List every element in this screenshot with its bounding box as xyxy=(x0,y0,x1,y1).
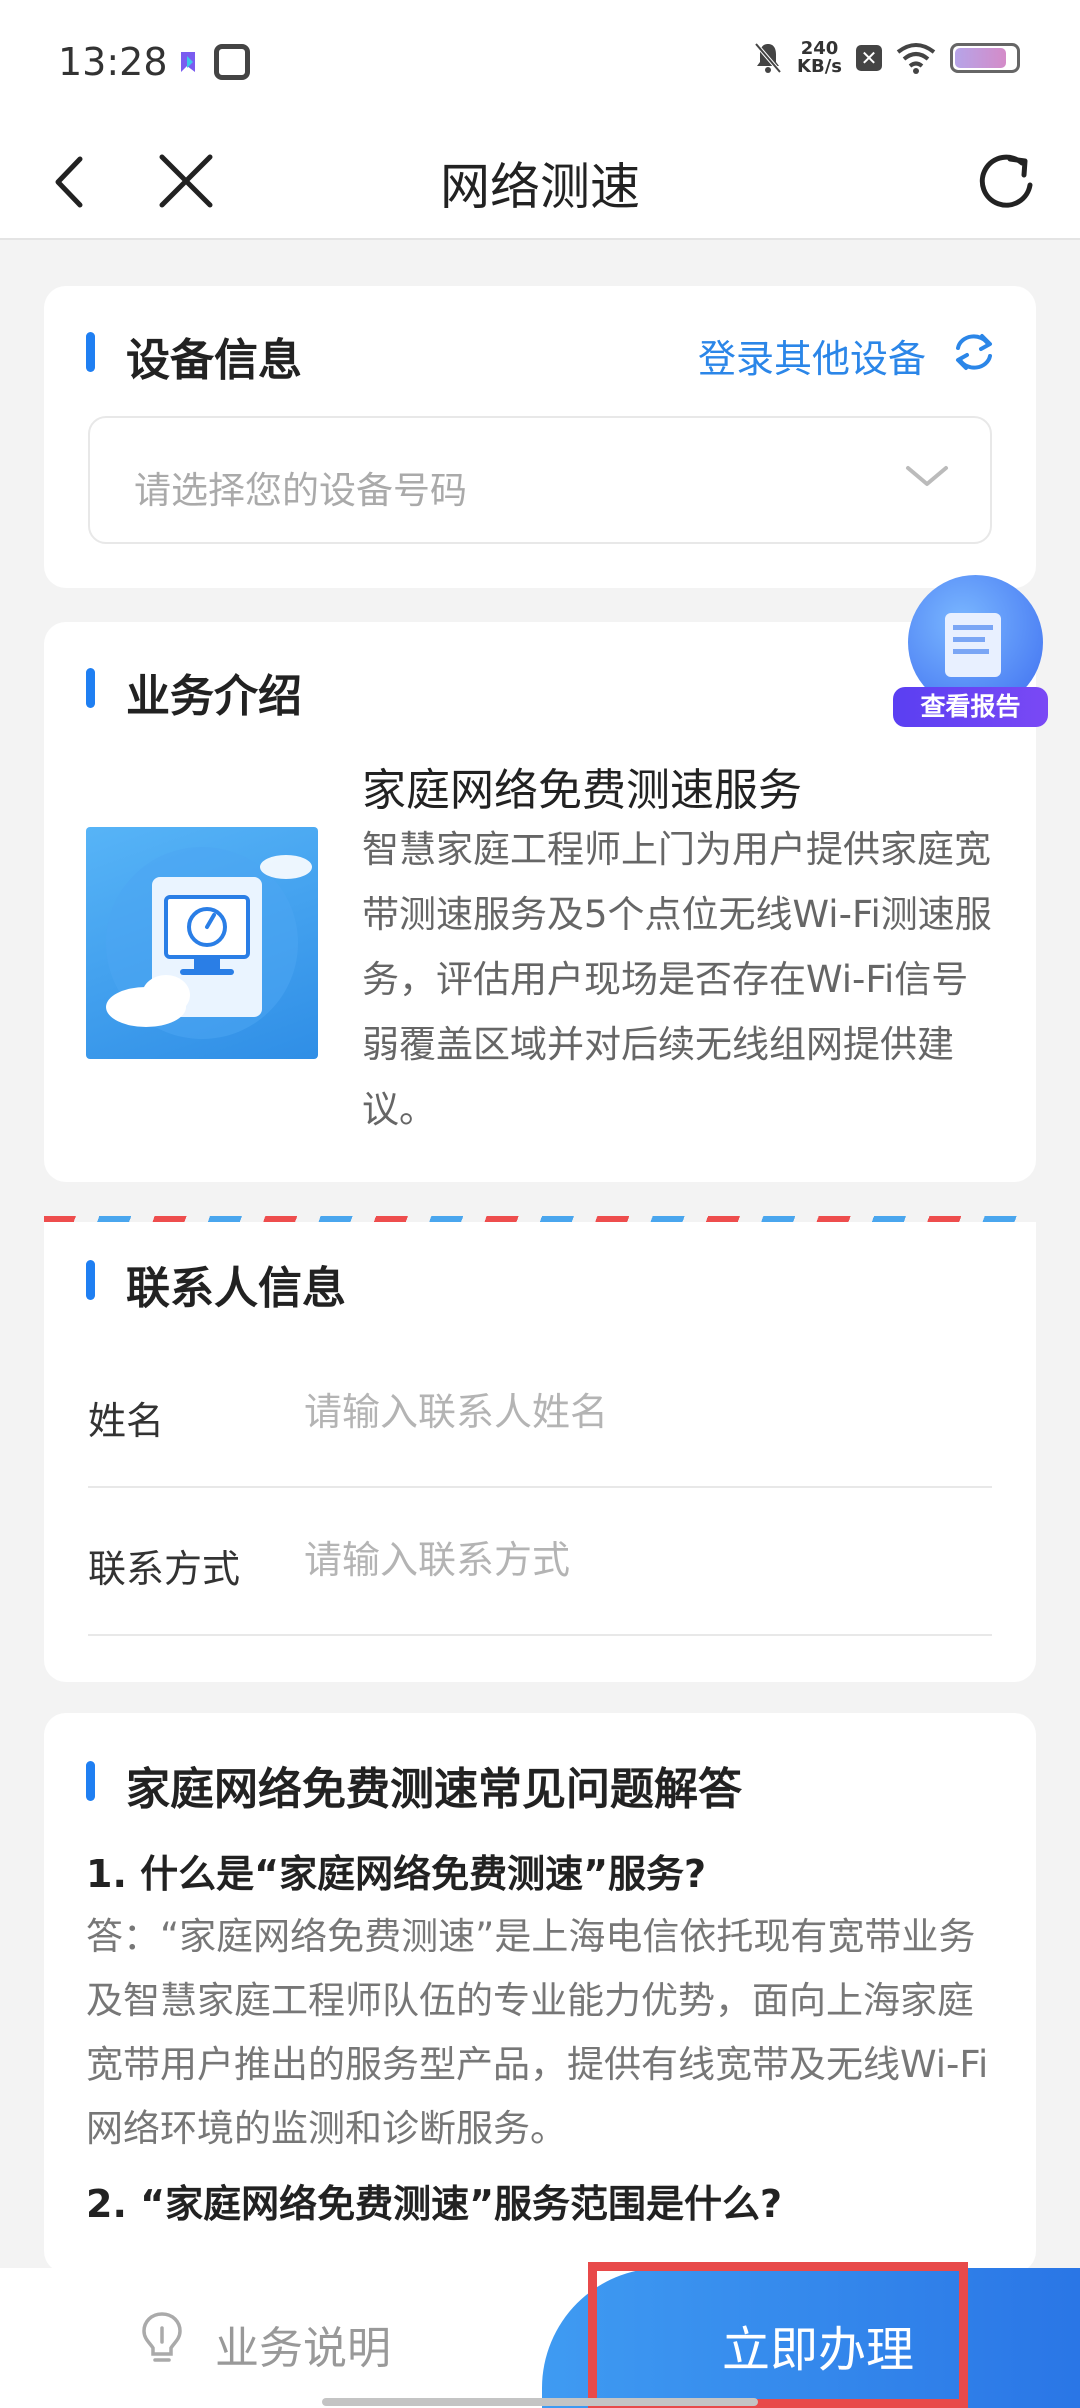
name-label: 姓名 xyxy=(88,1399,165,1443)
close-box-icon: ✕ xyxy=(856,45,882,71)
faq-answer: 答：“家庭网络免费测速”是上海电信依托现有宽带业务及智慧家庭工程师队伍的专业能力… xyxy=(86,1915,989,2150)
device-select-placeholder: 请选择您的设备号码 xyxy=(134,469,467,512)
login-other-device-link[interactable]: 登录其他设备 xyxy=(698,328,926,383)
mute-bell-icon xyxy=(754,42,782,74)
speed-test-illustration xyxy=(86,827,318,1059)
business-intro-title: 业务介绍 xyxy=(86,660,302,724)
app-icon xyxy=(181,52,195,72)
contact-info-card: 联系人信息 姓名 联系方式 xyxy=(44,1222,1036,1682)
service-title: 家庭网络免费测速服务 xyxy=(362,765,802,816)
business-note-button[interactable]: 业务说明 xyxy=(215,2312,391,2376)
phone-input[interactable] xyxy=(304,1532,984,1588)
status-time: 13:28 xyxy=(58,40,168,84)
faq-question: 1. 什么是“家庭网络免费测速”服务? xyxy=(86,1852,707,1896)
status-bar: 13:28 240 KB/s ✕ xyxy=(0,0,1080,125)
view-report-badge[interactable]: 查看报告 xyxy=(893,575,1053,735)
lightbulb-icon xyxy=(142,2312,182,2362)
phone-row: 联系方式 xyxy=(88,1488,992,1636)
contact-info-title: 联系人信息 xyxy=(86,1252,346,1316)
faq-question: 2. “家庭网络免费测速”服务范围是什么? xyxy=(86,2182,783,2226)
service-description: 智慧家庭工程师上门为用户提供家庭宽带测速服务及5个点位无线Wi-Fi测速服务，评… xyxy=(362,828,992,1131)
faq-title: 家庭网络免费测速常见问题解答 xyxy=(86,1753,742,1817)
status-icons: 240 KB/s ✕ xyxy=(753,40,1020,76)
highlight-box xyxy=(588,2262,968,2408)
chevron-down-icon xyxy=(906,466,948,486)
nav-bar: 网络测速 xyxy=(0,125,1080,240)
faq-list: 1. 什么是“家庭网络免费测速”服务? 答：“家庭网络免费测速”是上海电信依托现… xyxy=(86,1843,1006,2235)
refresh-icon[interactable] xyxy=(970,145,1044,219)
faq-card: 家庭网络免费测速常见问题解答 1. 什么是“家庭网络免费测速”服务? 答：“家庭… xyxy=(44,1713,1036,2273)
wifi-icon xyxy=(896,43,936,74)
view-report-label: 查看报告 xyxy=(893,687,1048,727)
battery-level xyxy=(955,48,1006,68)
report-document-icon xyxy=(945,613,1001,677)
name-row: 姓名 xyxy=(88,1340,992,1488)
battery-icon xyxy=(950,43,1020,73)
phone-label: 联系方式 xyxy=(88,1547,241,1591)
device-info-card: 设备信息 登录其他设备 请选择您的设备号码 xyxy=(44,286,1036,588)
name-input[interactable] xyxy=(304,1384,984,1440)
device-info-title: 设备信息 xyxy=(86,324,302,388)
network-speed: 240 KB/s xyxy=(797,40,842,76)
network-speed-unit: KB/s xyxy=(797,56,842,77)
business-intro-card: 业务介绍 家庭网络免费测速服务 智慧家庭工程师上门为用户提供家庭宽带测速服务及5… xyxy=(44,622,1036,1182)
speed-test-monitor-icon xyxy=(106,847,312,1039)
home-indicator[interactable] xyxy=(322,2398,758,2406)
message-box-icon xyxy=(214,44,250,80)
swap-icon[interactable] xyxy=(950,330,998,374)
page-title: 网络测速 xyxy=(440,158,640,216)
device-select[interactable]: 请选择您的设备号码 xyxy=(88,416,992,544)
